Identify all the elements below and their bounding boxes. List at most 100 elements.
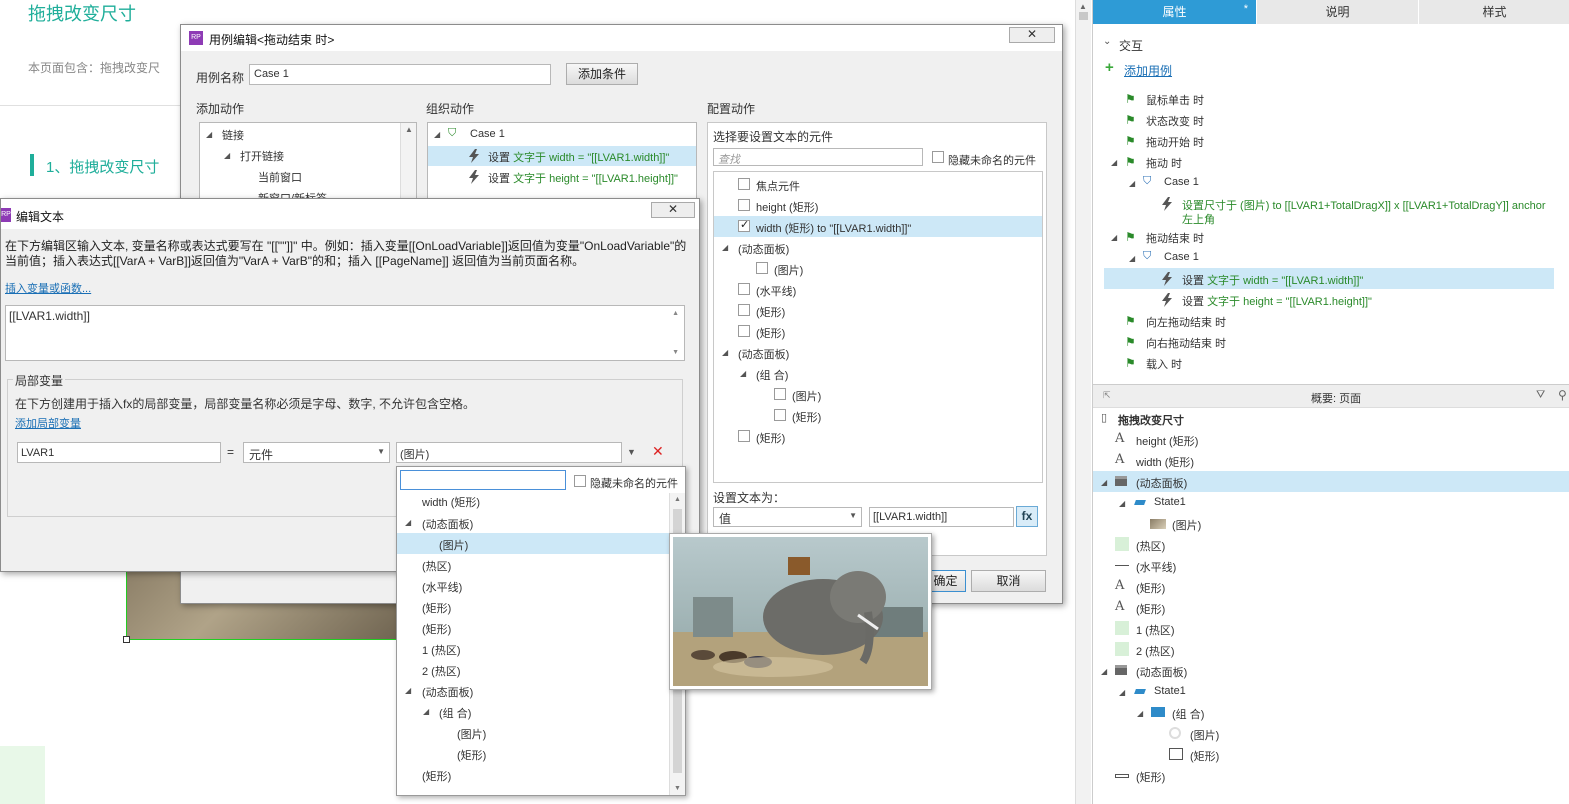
dropdown-item[interactable]: (水平线) bbox=[397, 575, 669, 596]
outline-item[interactable]: 1 (热区) bbox=[1093, 618, 1569, 639]
set-text-type-select[interactable]: 值 ▼ bbox=[713, 507, 862, 527]
dropdown-list[interactable]: width (矩形) ◢ (动态面板) (图片) (热区) (水平线) (矩形) … bbox=[397, 493, 669, 795]
widget-dropdown[interactable]: 隐藏未命名的元件 width (矩形) ◢ (动态面板) (图片) (热区) (水… bbox=[396, 466, 686, 796]
collapse-icon[interactable]: ◢ bbox=[1129, 179, 1135, 188]
scroll-up-icon[interactable]: ▲ bbox=[1079, 2, 1087, 11]
close-button[interactable]: ✕ bbox=[651, 202, 695, 218]
resize-handle[interactable] bbox=[123, 636, 130, 643]
outline-item[interactable]: (矩形) bbox=[1093, 765, 1569, 786]
scroll-thumb[interactable] bbox=[1079, 12, 1088, 20]
var-target-select[interactable]: (图片) bbox=[396, 442, 622, 463]
tab-notes[interactable]: 说明 bbox=[1257, 0, 1418, 24]
collapse-icon[interactable]: ◢ bbox=[1111, 233, 1117, 242]
collapse-icon[interactable]: ◢ bbox=[1111, 158, 1117, 167]
hide-unnamed-checkbox[interactable] bbox=[932, 151, 944, 163]
dropdown-item[interactable]: (矩形) bbox=[397, 743, 669, 764]
case-row[interactable]: ◢ ⛉ Case 1 bbox=[1093, 172, 1569, 193]
collapse-icon[interactable]: ◢ bbox=[1119, 499, 1125, 508]
add-icon[interactable]: + bbox=[1105, 59, 1114, 76]
dropdown-item[interactable]: ◢ (动态面板) bbox=[397, 680, 669, 701]
dropdown-item[interactable]: (图片) bbox=[397, 722, 669, 743]
collapse-icon[interactable]: ◢ bbox=[405, 686, 411, 695]
scroll-down-icon[interactable]: ▼ bbox=[674, 785, 681, 792]
action-row-selected[interactable]: 设置 文字于 width = "[[LVAR1.width]]" bbox=[1104, 268, 1554, 289]
collapse-icon[interactable]: ◢ bbox=[740, 369, 746, 378]
outline-tree[interactable]: ▯ 拖拽改变尺寸 Aheight (矩形) Awidth (矩形) ◢ (动态面板)… bbox=[1093, 408, 1569, 804]
chevron-down-icon[interactable]: ⌄ bbox=[1103, 36, 1111, 47]
case-name-input[interactable]: Case 1 bbox=[249, 64, 551, 85]
widget-checkbox[interactable] bbox=[738, 178, 750, 190]
event-row[interactable]: ⚑ 向左拖动结束 时 bbox=[1093, 310, 1569, 331]
event-row[interactable]: ◢ ⚑ 拖动结束 时 bbox=[1093, 226, 1569, 247]
widget-row[interactable]: ◢ (动态面板) bbox=[714, 342, 1042, 363]
dropdown-item[interactable]: 1 (热区) bbox=[397, 638, 669, 659]
tree-item-current-window[interactable]: 当前窗口 bbox=[258, 169, 302, 185]
dropdown-item[interactable]: (矩形) bbox=[397, 617, 669, 638]
dropdown-item[interactable]: (矩形) bbox=[397, 596, 669, 617]
event-row[interactable]: ⚑ 载入 时 bbox=[1093, 352, 1569, 373]
outline-item[interactable]: A (矩形) bbox=[1093, 597, 1569, 618]
widget-checkbox[interactable] bbox=[774, 388, 786, 400]
fx-button[interactable]: fx bbox=[1016, 506, 1038, 527]
widget-search-input[interactable]: 查找 bbox=[713, 148, 923, 166]
widget-checkbox[interactable] bbox=[738, 283, 750, 295]
outline-item[interactable]: 2 (热区) bbox=[1093, 639, 1569, 660]
var-type-select[interactable]: 元件 ▼ bbox=[243, 442, 390, 463]
dialog-titlebar[interactable]: RP 编辑文本 ✕ bbox=[1, 199, 699, 229]
outline-item[interactable]: (矩形) bbox=[1093, 744, 1569, 765]
widget-row[interactable]: ◢ (动态面板) bbox=[714, 237, 1042, 258]
outline-item[interactable]: Aheight (矩形) bbox=[1093, 429, 1569, 450]
widget-checkbox[interactable] bbox=[774, 409, 786, 421]
outline-item[interactable]: Awidth (矩形) bbox=[1093, 450, 1569, 471]
outline-item[interactable]: (图片) bbox=[1093, 513, 1569, 534]
collapse-icon[interactable]: ◢ bbox=[1129, 254, 1135, 263]
chevron-down-icon[interactable]: ▼ bbox=[627, 447, 636, 457]
hotspot-widget[interactable] bbox=[0, 746, 45, 804]
collapse-icon[interactable]: ◢ bbox=[224, 151, 230, 160]
outline-item[interactable]: A (矩形) bbox=[1093, 576, 1569, 597]
collapse-icon[interactable]: ◢ bbox=[423, 707, 429, 716]
close-button[interactable]: ✕ bbox=[1009, 27, 1055, 43]
outline-item[interactable]: ◢ (动态面板) bbox=[1093, 660, 1569, 681]
var-name-input[interactable]: LVAR1 bbox=[17, 442, 221, 463]
collapse-icon[interactable]: ◢ bbox=[434, 130, 440, 139]
events-tree[interactable]: ⚑ 鼠标单击 时 ⚑ 状态改变 时 ⚑ 拖动开始 时 ◢ ⚑ 拖动 时 ◢ ⛉ Case 1 … bbox=[1093, 88, 1563, 378]
widget-checkbox[interactable] bbox=[738, 218, 750, 232]
add-case-link[interactable]: 添加用例 bbox=[1124, 62, 1172, 79]
outline-item[interactable]: (水平线) bbox=[1093, 555, 1569, 576]
event-row[interactable]: ◢ ⚑ 拖动 时 bbox=[1093, 151, 1569, 172]
filter-icon[interactable]: ⛛ bbox=[1536, 389, 1545, 402]
cancel-button[interactable]: 取消 bbox=[971, 570, 1046, 592]
dialog-titlebar[interactable]: RP 用例编辑<拖动结束 时> ✕ bbox=[181, 25, 1062, 51]
tab-style[interactable]: 样式 bbox=[1419, 0, 1569, 24]
widget-row[interactable]: (矩形) bbox=[714, 321, 1042, 342]
widget-row[interactable]: (矩形) bbox=[714, 405, 1042, 426]
dropdown-item[interactable]: ◢ (动态面板) bbox=[397, 512, 669, 533]
widget-row[interactable]: ◢ (组 合) bbox=[714, 363, 1042, 384]
canvas-scrollbar[interactable]: ▲ bbox=[1075, 0, 1091, 804]
widget-row[interactable]: width (矩形) to "[[LVAR1.width]]" bbox=[714, 216, 1042, 237]
remove-var-button[interactable]: ✕ bbox=[652, 443, 664, 460]
action-row[interactable]: 设置 文字于 height = "[[LVAR1.height]]" bbox=[1093, 289, 1569, 310]
search-icon[interactable]: ⚲ bbox=[1558, 388, 1567, 402]
collapse-icon[interactable]: ◢ bbox=[1137, 709, 1143, 718]
widget-checkbox[interactable] bbox=[738, 325, 750, 337]
collapse-panel-icon[interactable]: ⇱ bbox=[1103, 390, 1111, 401]
scroll-down-icon[interactable]: ▼ bbox=[672, 349, 679, 356]
widget-row[interactable]: (图片) bbox=[714, 384, 1042, 405]
event-row[interactable]: ⚑ 鼠标单击 时 bbox=[1093, 88, 1569, 109]
outline-item[interactable]: ◢ (组 合) bbox=[1093, 702, 1569, 723]
collapse-icon[interactable]: ◢ bbox=[722, 348, 728, 357]
widget-row[interactable]: (矩形) bbox=[714, 300, 1042, 321]
widget-checkbox[interactable] bbox=[738, 430, 750, 442]
collapse-icon[interactable]: ◢ bbox=[1101, 478, 1107, 487]
outline-item[interactable]: ◢ State1 bbox=[1093, 681, 1569, 702]
collapse-icon[interactable]: ◢ bbox=[206, 130, 212, 139]
scroll-up-icon[interactable]: ▲ bbox=[405, 125, 413, 134]
event-row[interactable]: ⚑ 状态改变 时 bbox=[1093, 109, 1569, 130]
scroll-up-icon[interactable]: ▲ bbox=[674, 496, 681, 503]
outline-item[interactable]: ▯ 拖拽改变尺寸 bbox=[1093, 408, 1569, 429]
outline-item[interactable]: ◢ State1 bbox=[1093, 492, 1569, 513]
collapse-icon[interactable]: ◢ bbox=[722, 243, 728, 252]
dropdown-item[interactable]: (矩形) bbox=[397, 764, 669, 785]
